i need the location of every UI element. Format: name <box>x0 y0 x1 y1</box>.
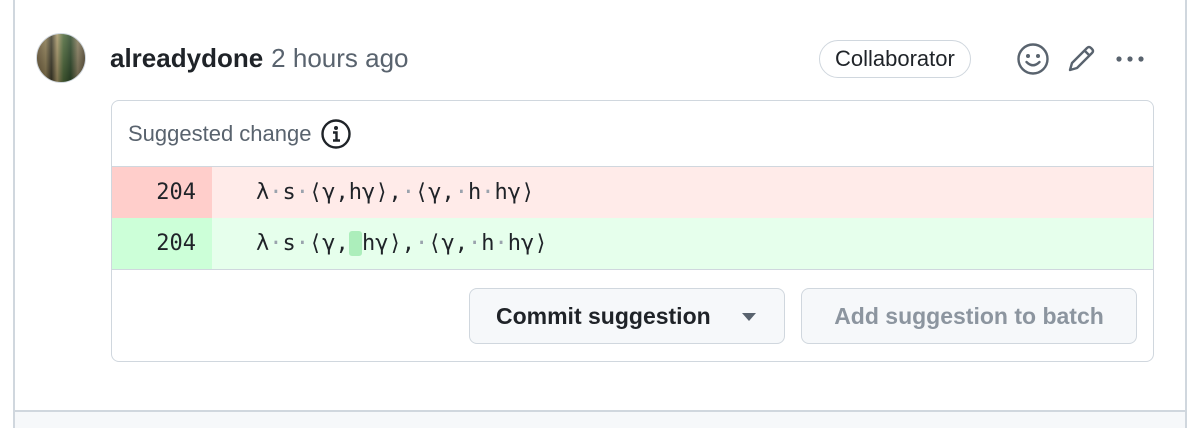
triangle-down-icon <box>742 313 756 321</box>
add-reaction-button[interactable] <box>1016 41 1050 77</box>
comment-timestamp[interactable]: 2 hours ago <box>271 43 408 74</box>
added-line-row: 204 λ·s·⟨γ, hγ⟩,·⟨γ,·h·hγ⟩ <box>112 218 1153 269</box>
suggestion-actions: Commit suggestion Add suggestion to batc… <box>112 269 1153 361</box>
added-whitespace-highlight <box>348 231 362 256</box>
smiley-icon <box>1017 43 1049 75</box>
suggested-change-title: Suggested change <box>128 120 312 146</box>
collaborator-badge: Collaborator <box>819 40 971 78</box>
comment-header: alreadydone 2 hours ago <box>110 40 409 76</box>
commit-suggestion-label: Commit suggestion <box>496 302 711 329</box>
more-options-button[interactable] <box>1113 41 1147 77</box>
suggested-change-header: Suggested change <box>112 101 1153 167</box>
deleted-line-number: 204 <box>112 167 212 218</box>
pencil-icon <box>1068 45 1095 72</box>
added-line-code: λ·s·⟨γ, hγ⟩,·⟨γ,·h·hγ⟩ <box>256 231 548 256</box>
deleted-line-code: λ·s·⟨γ,hγ⟩,·⟨γ,·h·hγ⟩ <box>256 180 535 205</box>
kebab-horizontal-icon <box>1116 56 1144 62</box>
add-to-batch-label: Add suggestion to batch <box>834 302 1104 329</box>
added-line-number: 204 <box>112 218 212 269</box>
suggested-change-card: Suggested change 204 λ·s·⟨γ,hγ⟩,·⟨γ,·h·h… <box>111 100 1154 362</box>
commit-suggestion-button[interactable]: Commit suggestion <box>469 288 785 344</box>
next-comment-edge <box>13 410 1187 428</box>
add-to-batch-button[interactable]: Add suggestion to batch <box>801 288 1137 344</box>
author-link[interactable]: alreadydone <box>110 43 263 74</box>
user-avatar[interactable] <box>36 33 86 83</box>
deleted-line-row: 204 λ·s·⟨γ,hγ⟩,·⟨γ,·h·hγ⟩ <box>112 167 1153 218</box>
info-icon[interactable] <box>320 118 352 150</box>
edit-button[interactable] <box>1064 41 1098 77</box>
